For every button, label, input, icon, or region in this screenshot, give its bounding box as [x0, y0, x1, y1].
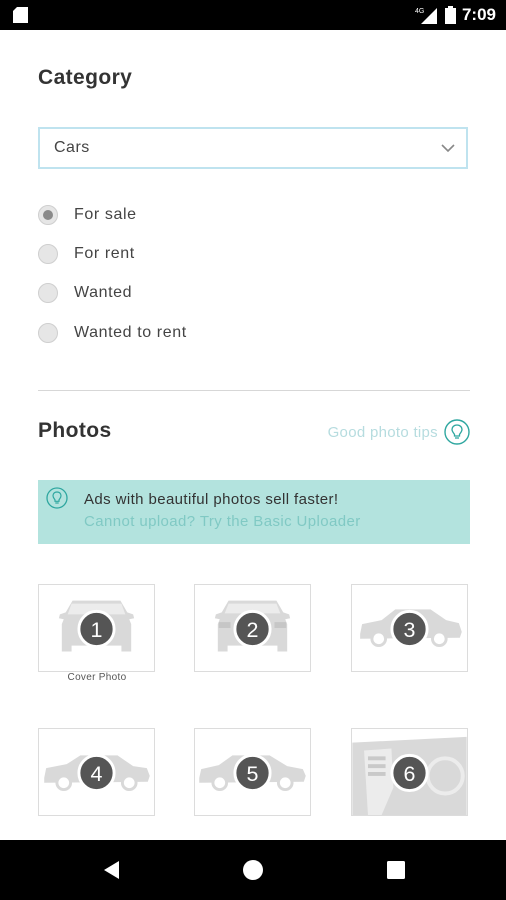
svg-text:6: 6 — [404, 762, 416, 786]
photo-slot-4[interactable]: 4 — [38, 728, 155, 816]
lightbulb-icon — [444, 419, 470, 445]
category-select-value: Cars — [54, 139, 90, 156]
radio-button-checked[interactable] — [38, 205, 58, 225]
radio-label: Wanted — [74, 284, 133, 301]
svg-text:2: 2 — [247, 618, 259, 642]
navigation-bar — [0, 840, 506, 900]
photos-title: Photos — [38, 419, 112, 442]
recents-icon — [387, 861, 405, 879]
radio-for-sale[interactable]: For sale — [38, 202, 137, 228]
radio-label: For rent — [74, 245, 135, 262]
basic-uploader-link[interactable]: Cannot upload? Try the Basic Uploader — [84, 513, 361, 530]
cover-photo-caption: Cover Photo — [67, 672, 127, 683]
photo-slot-5[interactable]: 5 — [194, 728, 311, 816]
car-side-icon: 5 — [199, 753, 306, 793]
good-photo-tips-link[interactable]: Good photo tips — [328, 419, 470, 445]
radio-button[interactable] — [38, 244, 58, 264]
clock: 7:09 — [461, 5, 496, 24]
post-ad-form: Category Cars For sale For rent Wanted W… — [0, 30, 506, 840]
category-title: Category — [38, 66, 133, 89]
car-rear-icon: 2 — [214, 600, 291, 652]
photo-slot-6[interactable]: 6 — [351, 728, 468, 816]
sd-card-icon — [13, 7, 28, 23]
svg-text:1: 1 — [91, 618, 103, 642]
battery-icon — [444, 6, 456, 24]
photo-slot-1[interactable]: 1 — [38, 584, 155, 672]
radio-wanted[interactable]: Wanted — [38, 280, 132, 306]
signal-icon: 4G — [415, 8, 437, 24]
category-select[interactable]: Cars — [38, 127, 468, 169]
svg-text:3: 3 — [404, 618, 416, 642]
radio-for-rent[interactable]: For rent — [38, 241, 135, 267]
back-button[interactable] — [82, 840, 142, 900]
radio-label: For sale — [74, 206, 137, 223]
home-icon — [243, 860, 263, 880]
car-side-icon: 3 — [360, 609, 462, 649]
banner-message: Ads with beautiful photos sell faster! — [84, 491, 339, 508]
recents-button[interactable] — [366, 840, 426, 900]
status-bar: 4G 7:09 — [0, 0, 506, 30]
lightbulb-icon — [46, 487, 68, 509]
photo-slot-2[interactable]: 2 — [194, 584, 311, 672]
back-icon — [104, 861, 119, 879]
car-side-icon: 4 — [44, 753, 150, 793]
radio-button[interactable] — [38, 323, 58, 343]
photo-slot-3[interactable]: 3 — [351, 584, 468, 672]
chevron-down-icon — [441, 144, 455, 153]
tips-label: Good photo tips — [327, 423, 438, 441]
car-front-icon: 1 — [58, 600, 135, 652]
section-divider — [38, 390, 470, 391]
car-interior-icon: 6 — [352, 729, 467, 815]
radio-wanted-to-rent[interactable]: Wanted to rent — [38, 320, 187, 346]
svg-text:4: 4 — [91, 762, 103, 786]
svg-text:4G: 4G — [415, 8, 424, 15]
svg-text:5: 5 — [247, 762, 259, 786]
photo-tip-banner: Ads with beautiful photos sell faster! C… — [38, 480, 470, 544]
radio-label: Wanted to rent — [74, 324, 187, 341]
radio-button[interactable] — [38, 283, 58, 303]
home-button[interactable] — [223, 840, 283, 900]
